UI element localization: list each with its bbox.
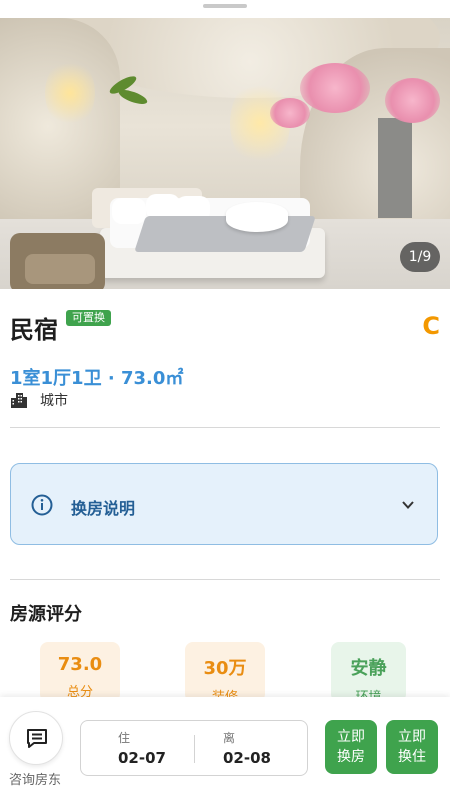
sheet-handle[interactable] <box>203 4 247 8</box>
checkin-date[interactable]: 02-07 <box>118 749 166 767</box>
photo-blossom <box>385 78 440 123</box>
photo-armchair-seat <box>25 254 95 284</box>
room-spec: 1室1厅1卫 · 73.0㎡ <box>10 368 184 389</box>
bottom-action-bar: 咨询房东 住 02-07 离 02-08 立即 换房 立即 换住 <box>0 697 450 800</box>
stay-now-label-line1: 立即 <box>398 729 426 745</box>
photo-blossom <box>270 98 310 128</box>
consult-host-label[interactable]: 咨询房东 <box>9 769 61 788</box>
swappable-badge: 可置换 <box>66 310 111 326</box>
divider <box>10 427 440 428</box>
photo-pillow <box>112 198 146 224</box>
swap-now-label-line2: 换房 <box>337 749 365 765</box>
rating-section-title: 房源评分 <box>10 604 82 625</box>
consult-host-button[interactable] <box>9 711 63 765</box>
photo-counter: 1/9 <box>400 242 440 272</box>
date-separator <box>194 735 195 763</box>
score-value: 安静 <box>350 658 387 679</box>
location-row: 城市 <box>10 390 68 410</box>
score-card-environment: 安静 环境 <box>331 642 406 702</box>
swap-info-accordion[interactable]: 换房说明 <box>10 463 438 545</box>
listing-title: 民宿 <box>10 316 58 344</box>
photo-plant <box>117 87 149 107</box>
photo-blossom <box>300 63 370 113</box>
swap-info-label: 换房说明 <box>71 499 136 518</box>
stay-now-button[interactable]: 立即 换住 <box>386 720 438 774</box>
title-row: 民宿 可置换 C <box>10 310 440 344</box>
listing-grade: C <box>422 312 440 340</box>
divider <box>10 579 440 580</box>
message-icon <box>27 729 47 748</box>
chevron-down-icon <box>402 501 414 509</box>
info-icon <box>31 494 53 516</box>
photo-bathtub <box>226 202 288 232</box>
swap-now-button[interactable]: 立即 换房 <box>325 720 377 774</box>
photo-door <box>378 118 412 218</box>
score-card-decoration: 30万 装修 <box>185 642 265 702</box>
score-value: 30万 <box>203 658 247 679</box>
photo-light-left <box>45 58 95 128</box>
checkout-date[interactable]: 02-08 <box>223 749 271 767</box>
swap-now-label-line1: 立即 <box>337 729 365 745</box>
listing-photo[interactable]: 1/9 <box>0 18 450 289</box>
score-card-total: 73.0 总分 <box>40 642 120 702</box>
building-icon <box>11 393 27 408</box>
location-text: 城市 <box>40 393 68 409</box>
checkout-caption: 离 <box>223 731 236 745</box>
checkin-caption: 住 <box>118 731 131 745</box>
date-picker[interactable]: 住 02-07 离 02-08 <box>80 720 308 776</box>
stay-now-label-line2: 换住 <box>398 749 426 765</box>
photo-blanket <box>134 216 316 252</box>
score-value: 73.0 <box>57 654 103 675</box>
